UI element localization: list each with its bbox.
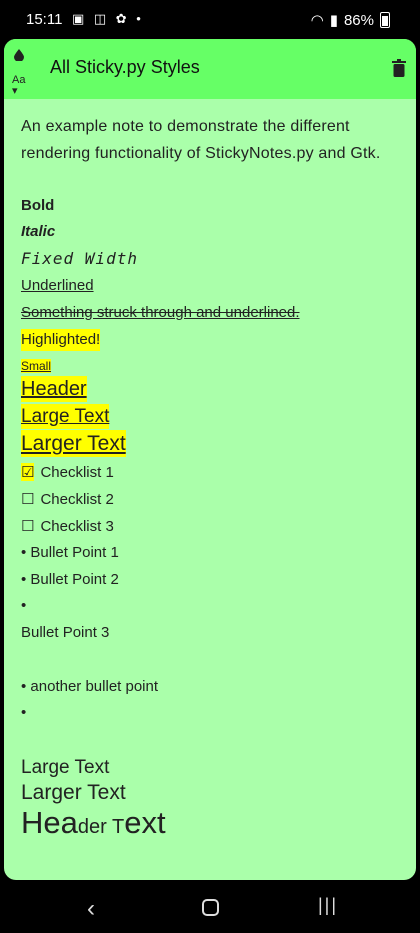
small-text: Small bbox=[21, 359, 52, 373]
bullet-item: • Bullet Point 2 bbox=[21, 571, 119, 588]
checklist-item[interactable]: ☐ Checklist 3 bbox=[21, 517, 114, 535]
clock: 15:11 bbox=[26, 11, 63, 28]
checklist-item[interactable]: ☐ Checklist 2 bbox=[21, 490, 114, 508]
italic-text: Italic bbox=[21, 223, 56, 240]
fixed-width-text: Fixed Width bbox=[21, 249, 138, 268]
plain-line: Bullet Point 3 bbox=[21, 624, 110, 641]
app-title: All Sticky.py Styles bbox=[50, 57, 200, 77]
home-icon[interactable] bbox=[202, 899, 219, 916]
bullet-item: • Bullet Point 1 bbox=[21, 544, 119, 561]
checkbox-empty-icon[interactable]: ☐ bbox=[21, 490, 34, 508]
bold-text: Bold bbox=[21, 197, 55, 214]
notification-icons: ▣ ◫ ✿ • bbox=[72, 11, 144, 26]
checkbox-empty-icon[interactable]: ☐ bbox=[21, 517, 34, 535]
larger-plain-text: Larger Text bbox=[21, 781, 126, 804]
underlined-text: Underlined bbox=[21, 277, 94, 294]
battery-percent: 86% bbox=[343, 11, 374, 29]
header-text: Header bbox=[21, 376, 87, 402]
large-text: Large Text bbox=[21, 404, 110, 429]
bullet-item: • bbox=[21, 597, 27, 614]
large-plain-text: Large Text bbox=[21, 757, 110, 778]
toolbar: Aa ▾ All Sticky.py Styles bbox=[4, 39, 416, 99]
sticky-note-app: Aa ▾ All Sticky.py Styles An example note… bbox=[4, 39, 416, 880]
trash-icon[interactable] bbox=[392, 59, 406, 77]
navigation-bar: ‹ ||| bbox=[0, 880, 420, 933]
checklist-item[interactable]: ☑ Checklist 1 bbox=[21, 463, 114, 481]
system-icons: ◠ ▮ 86% bbox=[311, 11, 390, 29]
status-bar: 15:11 ▣ ◫ ✿ • ◠ ▮ 86% bbox=[0, 0, 420, 38]
drop-icon[interactable] bbox=[14, 49, 24, 61]
wifi-icon: ◠ bbox=[310, 12, 324, 29]
larger-text: Larger Text bbox=[21, 430, 126, 457]
intro-text: An example note to demonstrate the diffe… bbox=[21, 118, 381, 162]
bullet-item: • bbox=[21, 704, 27, 721]
strike-text: Something struck through and underlined. bbox=[21, 304, 300, 321]
highlighted-text: Highlighted! bbox=[21, 329, 101, 351]
recents-icon[interactable]: ||| bbox=[318, 895, 338, 916]
battery-icon bbox=[380, 12, 390, 28]
header-mixed-text: Header Text bbox=[21, 805, 166, 840]
back-icon[interactable]: ‹ bbox=[87, 895, 95, 923]
checkbox-checked-icon[interactable]: ☑ bbox=[21, 463, 35, 481]
bullet-item: • another bullet point bbox=[21, 678, 159, 695]
signal-icon: ▮ bbox=[329, 12, 338, 29]
font-size-icon[interactable]: Aa ▾ bbox=[12, 75, 25, 97]
